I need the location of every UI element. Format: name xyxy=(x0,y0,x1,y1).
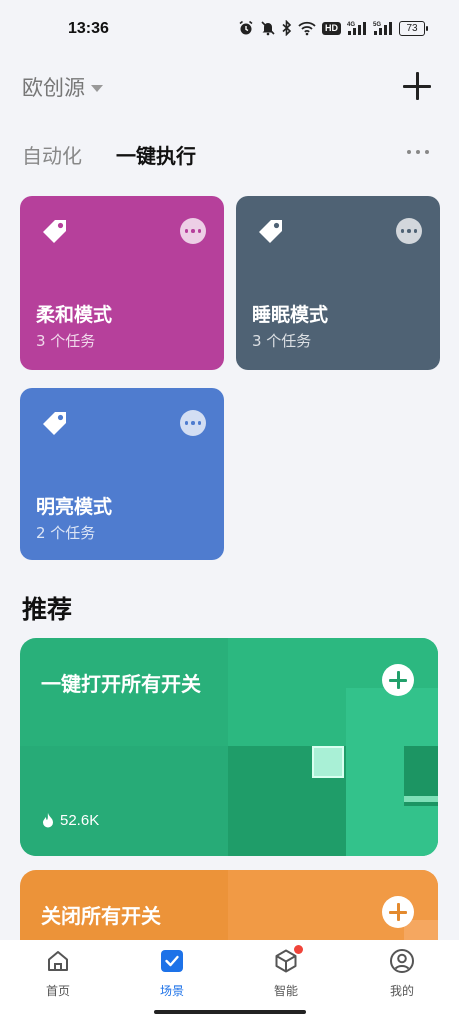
chevron-down-icon xyxy=(91,84,103,92)
alarm-icon xyxy=(238,20,254,36)
nav-label: 场景 xyxy=(159,984,184,998)
popularity: 52.6K xyxy=(42,812,99,829)
scene-card[interactable]: 明亮模式 2 个任务 xyxy=(20,388,224,560)
scene-task-count: 2 个任务 xyxy=(36,524,96,542)
svg-text:4G: 4G xyxy=(347,22,355,28)
nav-label: 首页 xyxy=(45,984,70,998)
wifi-icon xyxy=(298,20,316,36)
scene-card[interactable]: 睡眠模式 3 个任务 xyxy=(236,196,440,370)
bluetooth-icon xyxy=(282,20,292,36)
tag-icon xyxy=(259,220,282,243)
status-bar: 13:36 HD 4G 5G 73 xyxy=(0,0,459,58)
scene-name: 明亮模式 xyxy=(36,496,113,518)
nav-label: 智能 xyxy=(273,984,298,998)
svg-text:5G: 5G xyxy=(373,22,381,28)
home-icon xyxy=(45,948,71,974)
nav-scene[interactable]: 场景 xyxy=(132,948,212,999)
status-time: 13:36 xyxy=(68,20,109,37)
popularity-count: 52.6K xyxy=(60,812,100,829)
tag-icon xyxy=(43,412,66,435)
recommend-card[interactable]: 一键打开所有开关 52.6K xyxy=(20,638,438,856)
card-decoration xyxy=(20,746,228,856)
nav-label: 我的 xyxy=(389,984,414,998)
notification-dot xyxy=(294,945,303,954)
mute-icon xyxy=(260,20,276,36)
nav-home[interactable]: 首页 xyxy=(18,948,98,999)
signal-5g-icon: 5G xyxy=(373,20,393,36)
tab-one-click[interactable]: 一键执行 xyxy=(116,140,196,169)
scene-icon xyxy=(159,948,185,974)
nav-smart[interactable]: 智能 xyxy=(246,945,326,999)
add-icon[interactable] xyxy=(403,72,431,100)
hd-badge: HD xyxy=(322,21,341,35)
signal-4g-icon: 4G xyxy=(347,20,367,36)
profile-icon xyxy=(389,948,415,974)
scene-name: 睡眠模式 xyxy=(252,304,329,326)
smart-cube-icon xyxy=(273,945,303,974)
home-indicator xyxy=(154,1010,306,1014)
tab-automation[interactable]: 自动化 xyxy=(22,140,82,169)
scene-task-count: 3 个任务 xyxy=(36,332,96,350)
header: 欧创源 xyxy=(22,72,437,102)
card-more-icon[interactable] xyxy=(396,218,422,244)
home-name: 欧创源 xyxy=(22,76,85,100)
recommend-title: 关闭所有开关 xyxy=(41,904,161,928)
scene-tabs: 自动化 一键执行 xyxy=(22,140,437,170)
more-icon[interactable] xyxy=(407,150,429,154)
add-scene-button[interactable] xyxy=(382,896,414,928)
scene-card[interactable]: 柔和模式 3 个任务 xyxy=(20,196,224,370)
add-scene-button[interactable] xyxy=(382,664,414,696)
battery-icon: 73 xyxy=(399,20,428,36)
tag-icon xyxy=(43,220,66,243)
card-more-icon[interactable] xyxy=(180,410,206,436)
section-title: 推荐 xyxy=(22,595,73,624)
card-decoration xyxy=(312,746,344,778)
scene-name: 柔和模式 xyxy=(36,304,113,326)
recommend-title: 一键打开所有开关 xyxy=(41,672,201,696)
status-icons: HD 4G 5G 73 xyxy=(238,20,428,36)
home-selector[interactable]: 欧创源 xyxy=(22,72,103,102)
card-more-icon[interactable] xyxy=(180,218,206,244)
nav-profile[interactable]: 我的 xyxy=(362,948,442,999)
card-decoration xyxy=(404,796,438,802)
scene-task-count: 3 个任务 xyxy=(252,332,312,350)
flame-icon xyxy=(43,813,53,828)
